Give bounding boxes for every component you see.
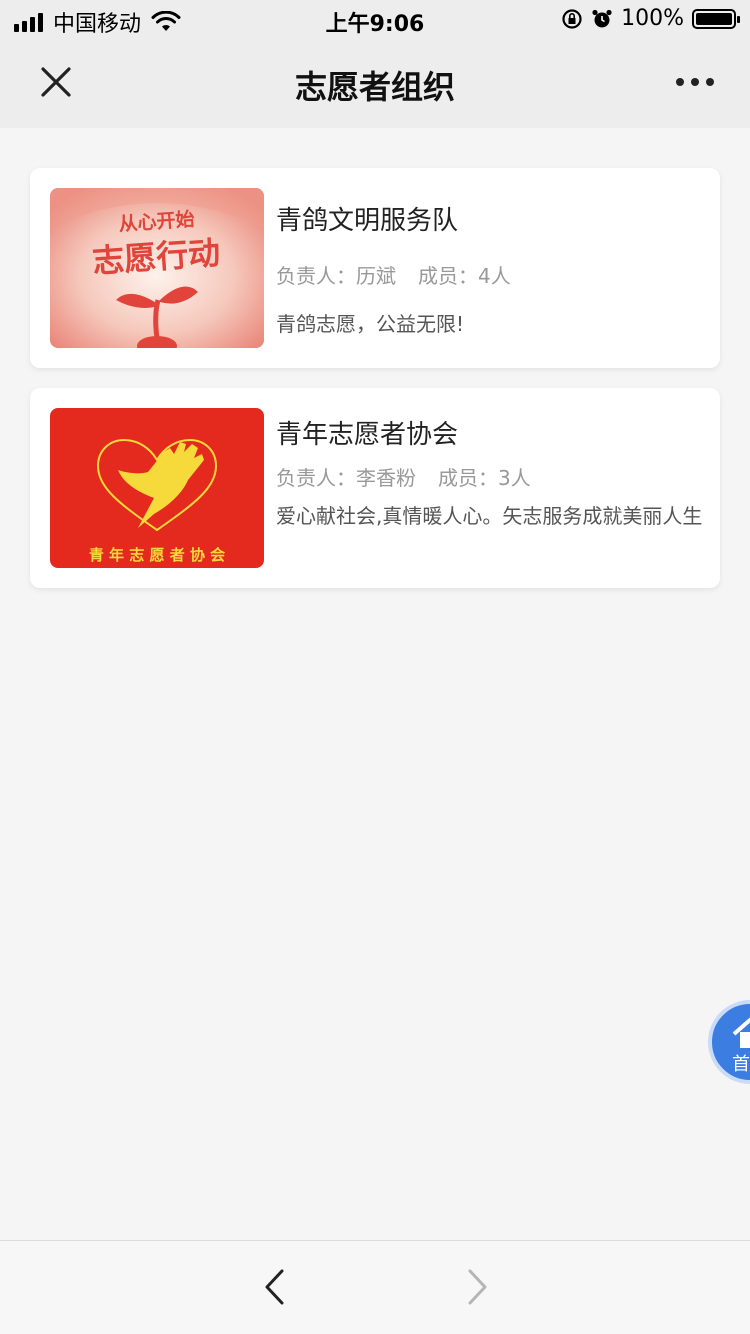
status-bar: 中国移动 上午9:06 100% [0,0,750,40]
organization-card[interactable]: 青 年 志 愿 者 协 会 青年志愿者协会 负责人：李香粉 成员：3人 爱心献社会… [30,388,720,588]
rotation-lock-icon [562,8,582,29]
organization-description: 青鸽志愿，公益无限! [276,312,465,336]
organization-image: 从心开始 志愿行动 [50,188,264,348]
members-count: 4人 [478,264,511,288]
organization-meta: 负责人：历斌 成员：4人 [276,260,511,289]
organization-name: 青鸽文明服务队 [276,206,459,236]
leader-name: 历斌 [356,264,396,288]
organization-meta: 负责人：李香粉 成员：3人 [276,462,531,491]
bottom-toolbar [0,1240,750,1334]
members-count: 3人 [498,466,531,490]
more-icon[interactable] [670,62,720,102]
image-text-bottom: 青 年 志 愿 者 协 会 [89,546,225,564]
page: 中国移动 上午9:06 100% 志愿者组织 从心开始 志愿行动 青鸽文明服务队… [0,0,750,1334]
home-button-label: 首 [732,1054,750,1075]
members-label: 成员： [438,466,498,490]
members-label: 成员： [418,264,478,288]
leader-label: 负责人： [276,466,356,490]
organization-image: 青 年 志 愿 者 协 会 [50,408,264,568]
leader-name: 李香粉 [356,466,416,490]
home-button[interactable]: 首 [708,1000,750,1084]
chevron-left-icon[interactable] [258,1267,292,1307]
page-title: 志愿者组织 [294,68,455,106]
organization-description: 爱心献社会,真情暖人心。矢志服务成就美丽人生 [276,504,703,528]
leader-label: 负责人： [276,264,356,288]
battery-icon [692,8,740,29]
organization-name: 青年志愿者协会 [276,420,459,450]
chevron-right-icon[interactable] [460,1267,494,1307]
home-icon [732,1018,750,1048]
alarm-icon [592,9,612,27]
status-right: 100% [561,6,740,31]
battery-percent: 100% [621,6,684,31]
organization-card[interactable]: 从心开始 志愿行动 青鸽文明服务队 负责人：历斌 成员：4人 青鸽志愿，公益无限! [30,168,720,368]
nav-bar: 志愿者组织 [0,40,750,128]
